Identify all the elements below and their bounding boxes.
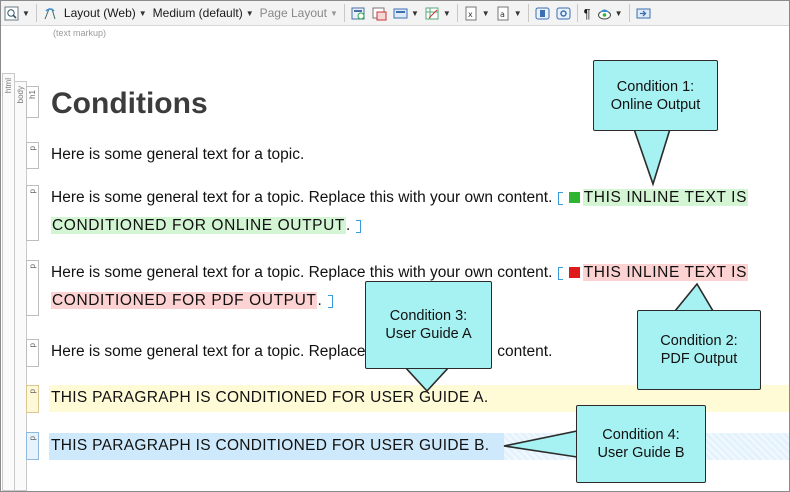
callout-4-subtitle: User Guide B xyxy=(597,445,685,461)
callout-3-title: Condition 3: xyxy=(389,308,468,324)
show-tags-button[interactable] xyxy=(40,2,61,24)
svg-text:a: a xyxy=(500,10,505,19)
zoom-icon xyxy=(4,6,19,21)
chevron-down-icon: ▼ xyxy=(330,8,338,18)
condition-end-marker[interactable] xyxy=(351,220,362,234)
zoom-button[interactable]: ▼ xyxy=(1,2,33,24)
toolbar-separator xyxy=(628,4,630,22)
p-structure-tag[interactable]: p xyxy=(26,142,39,169)
variable-button[interactable]: x ▼ xyxy=(461,2,493,24)
table-button[interactable]: ▼ xyxy=(422,2,454,24)
show-tags-icon xyxy=(43,6,58,21)
online-conditioned-text: THIS INLINE TEXT IS xyxy=(582,189,749,206)
condition-end-marker[interactable] xyxy=(323,295,333,309)
p-structure-tag[interactable]: p xyxy=(26,260,39,316)
p-tag-label: p xyxy=(28,189,37,194)
toolbar-separator xyxy=(576,4,578,22)
callout-2-subtitle: PDF Output xyxy=(660,351,738,367)
callout-1-subtitle: Online Output xyxy=(610,96,701,113)
preview-button[interactable] xyxy=(348,2,369,24)
table-icon xyxy=(425,6,440,21)
html-structure-label: html xyxy=(4,78,13,94)
insert-image-icon xyxy=(372,6,387,21)
text-box-button[interactable] xyxy=(532,2,553,24)
medium-dropdown-label: Medium (default) xyxy=(152,6,243,20)
snippet-icon: a xyxy=(496,6,511,21)
p-tag-label: p xyxy=(28,436,37,441)
online-condition-tag-icon[interactable] xyxy=(568,192,580,204)
layout-icon xyxy=(393,6,408,21)
p-tag-label: p xyxy=(28,146,37,151)
pdf-conditioned-text: CONDITIONED FOR PDF OUTPUT xyxy=(51,292,318,309)
paragraph-2-line-2: CONDITIONED FOR ONLINE OUTPUT. xyxy=(51,212,362,240)
layout-dropdown[interactable]: Layout (Web) ▼ xyxy=(61,2,150,24)
insert-link-icon xyxy=(556,6,571,21)
paragraph-5-user-guide-a: THIS PARAGRAPH IS CONDITIONED FOR USER G… xyxy=(51,389,489,406)
paragraph-3-line-2: CONDITIONED FOR PDF OUTPUT. xyxy=(51,287,334,315)
paragraph-1: Here is some general text for a topic. xyxy=(51,146,305,163)
medium-dropdown[interactable]: Medium (default) ▼ xyxy=(150,2,257,24)
callout-condition-1: Condition 1: Online Output xyxy=(593,60,718,131)
paragraph-3-text: Here is some general text for a topic. R… xyxy=(51,264,553,281)
callout-2-title: Condition 2: xyxy=(660,333,738,349)
svg-text:x: x xyxy=(468,10,473,19)
p-structure-tag[interactable]: p xyxy=(26,339,39,367)
chevron-down-icon: ▼ xyxy=(245,8,254,18)
toolbar-separator xyxy=(343,4,345,22)
callout-condition-3: Condition 3: User Guide A xyxy=(365,281,492,369)
online-conditioned-text: CONDITIONED FOR ONLINE OUTPUT xyxy=(51,217,346,234)
toolbar-separator xyxy=(527,4,529,22)
h1-structure-tag[interactable]: h1 xyxy=(26,86,39,118)
callout-condition-2: Condition 2: PDF Output xyxy=(637,310,761,390)
p-structure-tag[interactable]: p xyxy=(26,385,39,413)
callout-3-subtitle: User Guide A xyxy=(385,326,472,342)
toolbar: ▼ Layout (Web) ▼ Medium (default) ▼ Page L… xyxy=(1,1,789,26)
variable-icon: x xyxy=(464,6,479,21)
text-box-icon xyxy=(535,6,550,21)
callout-4-title: Condition 4: xyxy=(602,427,680,443)
page-layout-dropdown[interactable]: Page Layout ▼ xyxy=(257,2,341,24)
body-structure-label: body xyxy=(16,86,25,104)
callout-condition-4: Condition 4: User Guide B xyxy=(576,405,706,483)
condition-icon xyxy=(597,6,612,21)
callout-1-title: Condition 1: xyxy=(616,78,695,95)
layout-dropdown-label: Layout (Web) xyxy=(63,6,136,20)
paragraph-2-text: Here is some general text for a topic. R… xyxy=(51,189,553,206)
text-markup-hint: (text markup) xyxy=(53,28,107,38)
p-tag-label: p xyxy=(28,389,37,394)
p-structure-tag[interactable]: p xyxy=(26,185,39,241)
page-layout-dropdown-label: Page Layout xyxy=(259,6,328,20)
preview-icon xyxy=(351,6,366,21)
condition-start-marker[interactable] xyxy=(557,267,568,281)
markers-button[interactable] xyxy=(633,2,654,24)
paragraph-marks-button[interactable]: ¶ xyxy=(581,2,594,24)
markers-icon xyxy=(636,6,651,21)
layout-button[interactable]: ▼ xyxy=(390,2,422,24)
chevron-down-icon: ▼ xyxy=(138,8,147,18)
paragraph-2: Here is some general text for a topic. R… xyxy=(51,184,749,212)
p-tag-label: p xyxy=(28,343,37,348)
toolbar-separator xyxy=(456,4,458,22)
paragraph-6-user-guide-b: THIS PARAGRAPH IS CONDITIONED FOR USER G… xyxy=(51,437,490,454)
insert-image-button[interactable] xyxy=(369,2,390,24)
pdf-condition-tag-icon[interactable] xyxy=(568,267,580,279)
pdf-conditioned-text: THIS INLINE TEXT IS xyxy=(582,264,749,281)
period: . xyxy=(345,217,351,234)
insert-link-button[interactable] xyxy=(553,2,574,24)
p-structure-tag[interactable]: p xyxy=(26,432,39,460)
condition-start-marker[interactable] xyxy=(557,192,568,206)
editor-window: ▼ Layout (Web) ▼ Medium (default) ▼ Page L… xyxy=(0,0,790,492)
paragraph-mark-icon: ¶ xyxy=(583,5,591,21)
p-tag-label: p xyxy=(28,264,37,269)
page-heading: Conditions xyxy=(51,87,208,120)
period: . xyxy=(317,292,322,309)
condition-button[interactable]: ▼ xyxy=(594,2,626,24)
snippet-button[interactable]: a ▼ xyxy=(493,2,525,24)
toolbar-separator xyxy=(35,4,37,22)
h1-tag-label: h1 xyxy=(28,90,37,99)
